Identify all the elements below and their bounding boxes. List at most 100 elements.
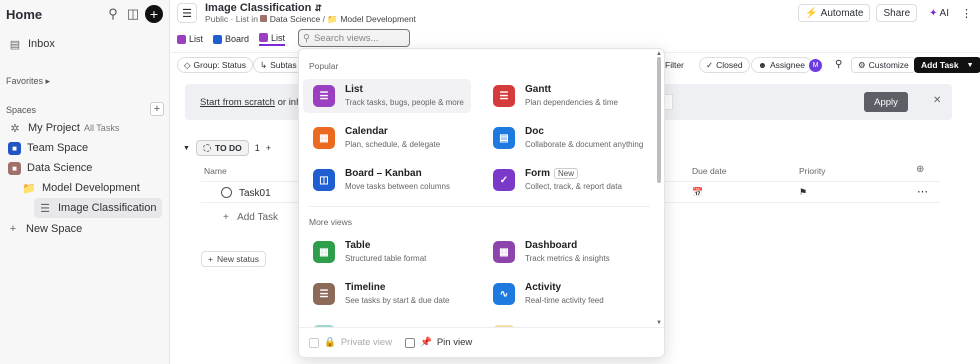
sidebar-item-sublabel: All Tasks bbox=[83, 123, 120, 133]
column-priority[interactable]: Priority bbox=[799, 166, 825, 176]
view-option-activity[interactable]: ∿ Activity Real-time activity feed bbox=[483, 277, 651, 311]
plus-icon[interactable]: + bbox=[266, 143, 271, 153]
flag-icon[interactable]: ⚑ bbox=[799, 187, 807, 198]
search-icon: ⚲ bbox=[303, 32, 310, 44]
view-option-gantt[interactable]: ☰ Gantt Plan dependencies & time bbox=[483, 79, 651, 113]
share-button[interactable]: Share bbox=[876, 4, 918, 22]
sidebar-item-my-project[interactable]: ✲ My Project All Tasks bbox=[0, 118, 169, 138]
status-circle-icon[interactable] bbox=[221, 187, 232, 198]
avatar-initial: M bbox=[812, 62, 819, 69]
avatar[interactable]: M bbox=[809, 59, 822, 72]
start-from-scratch-link[interactable]: Start from scratch bbox=[200, 97, 275, 108]
spaces-section: Spaces + bbox=[6, 102, 164, 116]
sidebar-item-image-classification[interactable]: ☰ Image Classification bbox=[34, 198, 162, 218]
view-tabs: List Board List bbox=[177, 30, 286, 48]
assignee-button[interactable]: ☻ Assignee bbox=[751, 57, 812, 73]
apply-button[interactable]: Apply bbox=[864, 92, 908, 112]
pin-view-checkbox[interactable] bbox=[405, 337, 415, 348]
create-new-button[interactable]: + bbox=[145, 5, 163, 23]
column-due-date[interactable]: Due date bbox=[692, 166, 727, 176]
list-view-icon[interactable]: ☰ bbox=[177, 3, 197, 23]
search-icon[interactable]: ⚲ bbox=[103, 4, 123, 24]
calendar-icon[interactable]: 📅 bbox=[692, 187, 703, 198]
add-column-icon[interactable]: ⊕ bbox=[916, 164, 924, 175]
new-status-label: New status bbox=[216, 254, 260, 264]
sidebar-item-model-development[interactable]: 📁 Model Development bbox=[0, 178, 169, 198]
chevron-right-icon: ▸ bbox=[45, 76, 51, 86]
activity-icon: ∿ bbox=[493, 283, 515, 305]
option-title: Doc bbox=[525, 126, 544, 137]
favorites-label: Favorites bbox=[6, 76, 44, 86]
view-option-table[interactable]: ▦ Table Structured table format bbox=[303, 235, 471, 269]
scroll-down-icon[interactable]: ▼ bbox=[656, 320, 662, 326]
private-view-checkbox[interactable] bbox=[309, 337, 319, 348]
view-option-doc[interactable]: ▤ Doc Collaborate & document anything bbox=[483, 121, 651, 155]
scrollbar[interactable] bbox=[657, 57, 661, 183]
gantt-icon: ☰ bbox=[493, 85, 515, 107]
view-option-list[interactable]: ☰ List Track tasks, bugs, people & more bbox=[303, 79, 471, 113]
automate-button[interactable]: ⚡ Automate bbox=[798, 4, 871, 22]
favorites-section[interactable]: Favorites ▸ bbox=[6, 76, 50, 87]
plus-icon: + bbox=[208, 254, 213, 264]
customize-button[interactable]: ⚙ Customize bbox=[851, 57, 916, 73]
tab-list-new[interactable]: List bbox=[259, 33, 286, 46]
pin-view-option[interactable]: 📌 Pin view bbox=[405, 337, 472, 348]
task-name[interactable]: Task01 bbox=[239, 188, 271, 199]
tab-board[interactable]: Board bbox=[213, 34, 249, 44]
sidebar-item-new-space[interactable]: + New Space bbox=[0, 219, 169, 239]
popular-section-label: Popular bbox=[309, 61, 339, 71]
lock-icon: 🔒 bbox=[324, 337, 336, 348]
close-icon[interactable]: ✕ bbox=[933, 95, 941, 106]
sidebar-item-label: Inbox bbox=[28, 38, 55, 50]
view-option-dashboard[interactable]: ▦ Dashboard Track metrics & insights bbox=[483, 235, 651, 269]
new-status-button[interactable]: + New status bbox=[201, 251, 267, 267]
column-name[interactable]: Name bbox=[204, 166, 227, 176]
option-desc: Plan dependencies & time bbox=[525, 98, 618, 107]
chevron-down-icon: ▼ bbox=[966, 61, 974, 69]
tab-list[interactable]: List bbox=[177, 34, 203, 44]
share-label: Share bbox=[883, 7, 911, 19]
list-icon bbox=[177, 34, 186, 44]
sidebar-item-team-space[interactable]: ■ Team Space bbox=[0, 138, 169, 158]
add-space-button[interactable]: + bbox=[150, 102, 164, 116]
search-icon[interactable]: ⚲ bbox=[835, 59, 842, 70]
check-circle-icon: ✓ bbox=[706, 59, 714, 70]
add-task-row[interactable]: + Add Task bbox=[223, 212, 278, 223]
option-desc: Track metrics & insights bbox=[525, 254, 610, 263]
subtasks-label: Subtas bbox=[270, 60, 297, 70]
view-option-form[interactable]: ✓ Form New Collect, track, & report data bbox=[483, 163, 651, 197]
more-icon[interactable]: ⋯ bbox=[917, 185, 928, 198]
apply-label: Apply bbox=[874, 96, 898, 108]
status-badge[interactable]: TO DO bbox=[195, 140, 249, 156]
board-icon: ◫ bbox=[313, 169, 335, 191]
home-title: Home bbox=[6, 6, 43, 22]
search-views-input[interactable]: ⚲ Search views... bbox=[298, 29, 410, 47]
sparkle-icon: ✦ bbox=[929, 7, 938, 19]
chevron-down-icon[interactable]: ▼ bbox=[183, 145, 190, 152]
view-option-board[interactable]: ◫ Board – Kanban Move tasks between colu… bbox=[303, 163, 471, 197]
option-title: Table bbox=[345, 240, 371, 251]
sidebar-item-label: Image Classification bbox=[58, 202, 157, 214]
view-option-calendar[interactable]: ▦ Calendar Plan, schedule, & delegate bbox=[303, 121, 471, 155]
dashboard-icon: ▦ bbox=[493, 241, 515, 263]
sidebar-item-data-science[interactable]: ■ Data Science bbox=[0, 158, 169, 178]
add-task-label: Add Task bbox=[921, 60, 959, 70]
option-desc: Move tasks between columns bbox=[345, 182, 450, 191]
sidebar-item-inbox[interactable]: ▤ Inbox bbox=[0, 34, 169, 54]
view-option-timeline[interactable]: ☰ Timeline See tasks by start & due date bbox=[303, 277, 471, 311]
subtasks-button[interactable]: ↳ Subtas bbox=[253, 57, 303, 73]
private-view-option[interactable]: 🔒 Private view bbox=[309, 337, 392, 348]
add-task-button[interactable]: Add Task ▼ bbox=[914, 57, 980, 73]
breadcrumb-space[interactable]: Data Science bbox=[270, 14, 321, 24]
more-icon[interactable]: ⋮ bbox=[961, 7, 972, 20]
sidebar-item-label: Model Development bbox=[42, 182, 140, 194]
sidebar-toggle-icon[interactable]: ◫ bbox=[123, 4, 143, 24]
breadcrumb-folder[interactable]: Model Development bbox=[340, 14, 416, 24]
chevron-updown-icon: ⇵ bbox=[314, 3, 322, 13]
closed-button[interactable]: ✓ Closed bbox=[699, 57, 750, 73]
page-title[interactable]: Image Classification ⇵ bbox=[205, 2, 322, 14]
status-label: TO DO bbox=[214, 143, 242, 153]
group-status-button[interactable]: ◇ Group: Status bbox=[177, 57, 253, 73]
subtasks-icon: ↳ bbox=[260, 59, 268, 70]
ai-button[interactable]: ✦ AI bbox=[923, 4, 955, 22]
